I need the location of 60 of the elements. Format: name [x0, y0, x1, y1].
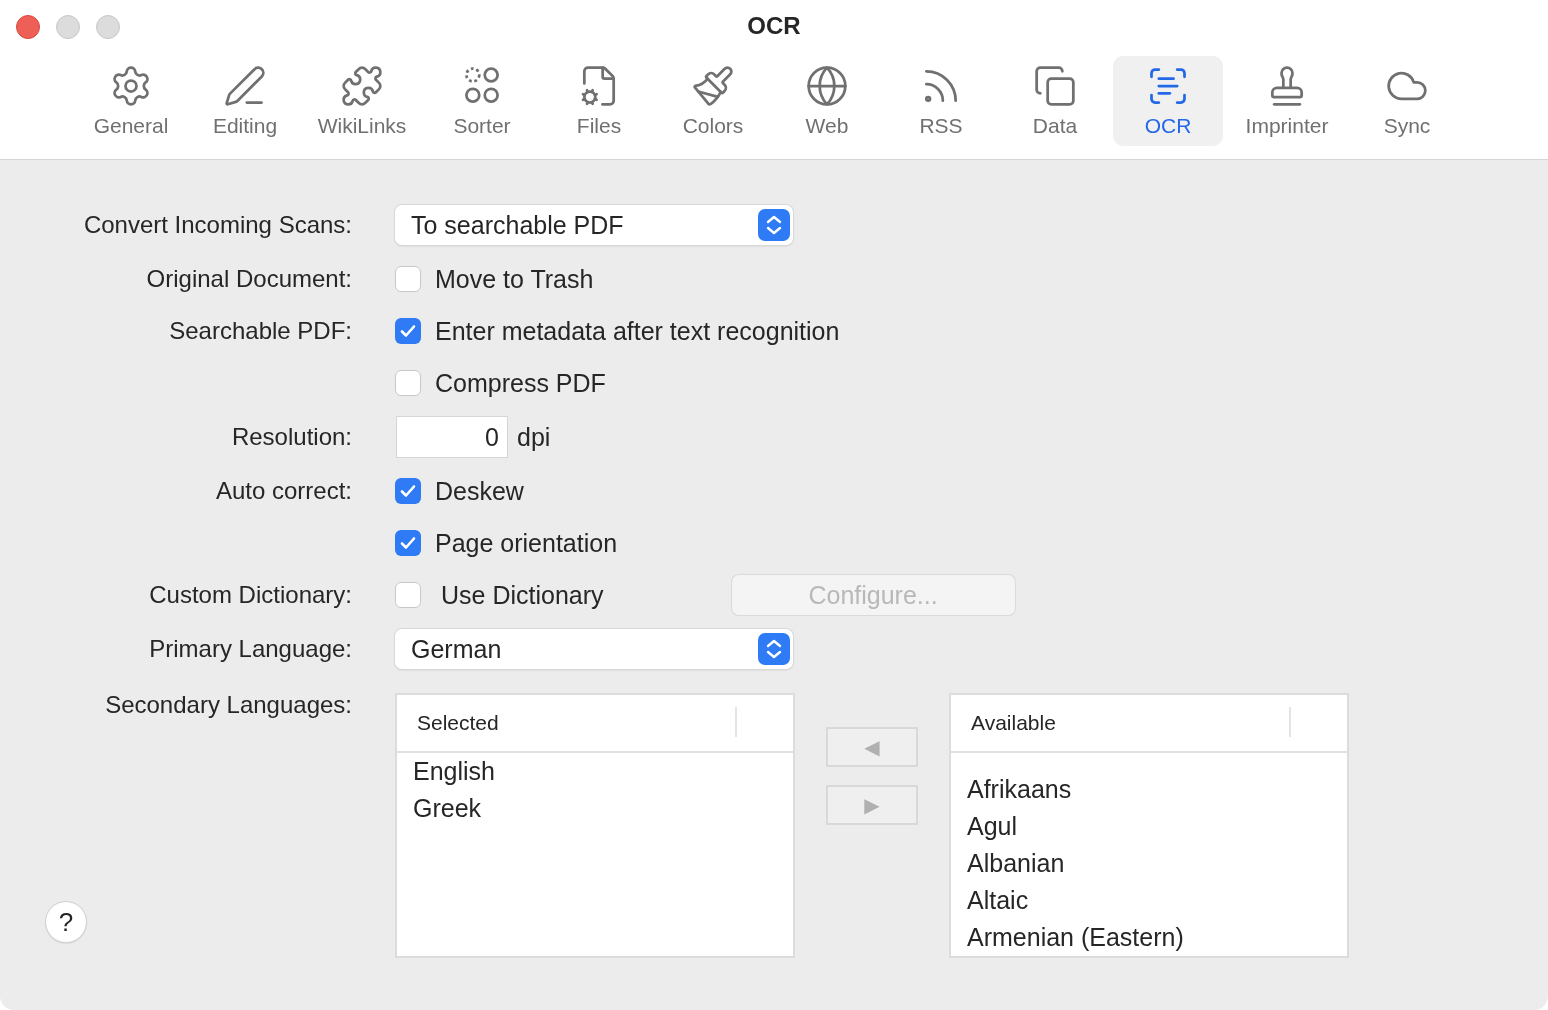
toolbar-tab[interactable]: Imprinter — [1225, 56, 1349, 146]
checkbox[interactable] — [395, 266, 421, 292]
toolbar-tab[interactable]: Sorter — [423, 56, 541, 146]
list-item[interactable]: Albanian — [967, 845, 1347, 882]
brush-icon — [691, 64, 735, 108]
list-item[interactable]: Afrikaans — [967, 771, 1347, 808]
window-title: OCR — [747, 12, 801, 39]
checkbox-label: Use Dictionary — [441, 580, 604, 610]
checkmark-icon — [399, 534, 417, 552]
checkbox[interactable] — [395, 370, 421, 396]
column-header[interactable]: Available — [971, 711, 1056, 735]
list-item[interactable]: Altaic — [967, 882, 1347, 919]
dropdown[interactable]: German — [395, 629, 793, 669]
checkbox-label: Move to Trash — [435, 264, 594, 294]
field-label: Primary Language: — [149, 635, 352, 663]
field-label: Resolution: — [231, 423, 352, 451]
toolbar-tab[interactable]: Files — [543, 56, 655, 146]
help-button[interactable]: ? — [46, 902, 86, 942]
checkbox-label: Compress PDF — [435, 368, 606, 398]
toolbar-tab[interactable]: Web — [771, 56, 883, 146]
field-label: Searchable PDF: — [169, 317, 352, 345]
toolbar-tab[interactable]: General — [75, 56, 187, 146]
globe-icon — [805, 64, 849, 108]
checkbox[interactable] — [395, 582, 421, 608]
unit-label: dpi — [517, 422, 551, 452]
list-item[interactable]: English — [413, 753, 793, 790]
list-item[interactable]: Greek — [413, 790, 793, 827]
field-label: Custom Dictionary: — [149, 581, 352, 609]
toolbar-tab[interactable]: RSS — [885, 56, 997, 146]
list-item[interactable]: Armenian (Eastern) — [967, 919, 1347, 956]
toolbar-tab[interactable]: Editing — [189, 56, 301, 146]
dashed-squares-icon — [1033, 64, 1077, 108]
puzzle-icon — [340, 64, 384, 108]
field-label: Original Document: — [146, 265, 352, 293]
checkbox-label: Deskew — [435, 476, 524, 506]
checkbox-label: Enter metadata after text recognition — [435, 316, 840, 346]
checkbox-label: Page orientation — [435, 528, 618, 558]
stepper-icon — [758, 209, 790, 241]
field-label: Convert Incoming Scans: — [83, 211, 352, 239]
checkbox[interactable] — [395, 318, 421, 344]
field-label: Auto correct: — [215, 477, 352, 505]
toolbar-tab[interactable]: OCR — [1113, 56, 1223, 146]
toolbar-tab[interactable]: WikiLinks — [303, 56, 421, 146]
toolbar-tab[interactable]: Colors — [657, 56, 769, 146]
number-field[interactable]: 0 — [397, 417, 507, 457]
column-header[interactable]: Selected — [417, 711, 499, 735]
checkbox[interactable] — [395, 530, 421, 556]
minimize-button[interactable] — [56, 15, 80, 39]
toolbar-tab[interactable]: Sync — [1351, 56, 1463, 146]
toolbar-tab[interactable]: Data — [999, 56, 1111, 146]
dropdown[interactable]: To searchable PDF — [395, 205, 793, 245]
stepper-icon — [758, 633, 790, 665]
checkmark-icon — [399, 322, 417, 340]
list-item[interactable]: Agul — [967, 808, 1347, 845]
checkbox[interactable] — [395, 478, 421, 504]
field-label: Secondary Languages: — [105, 691, 352, 719]
checkmark-icon — [399, 482, 417, 500]
pencil-icon — [223, 64, 267, 108]
zoom-button[interactable] — [96, 15, 120, 39]
close-button[interactable] — [16, 15, 40, 39]
